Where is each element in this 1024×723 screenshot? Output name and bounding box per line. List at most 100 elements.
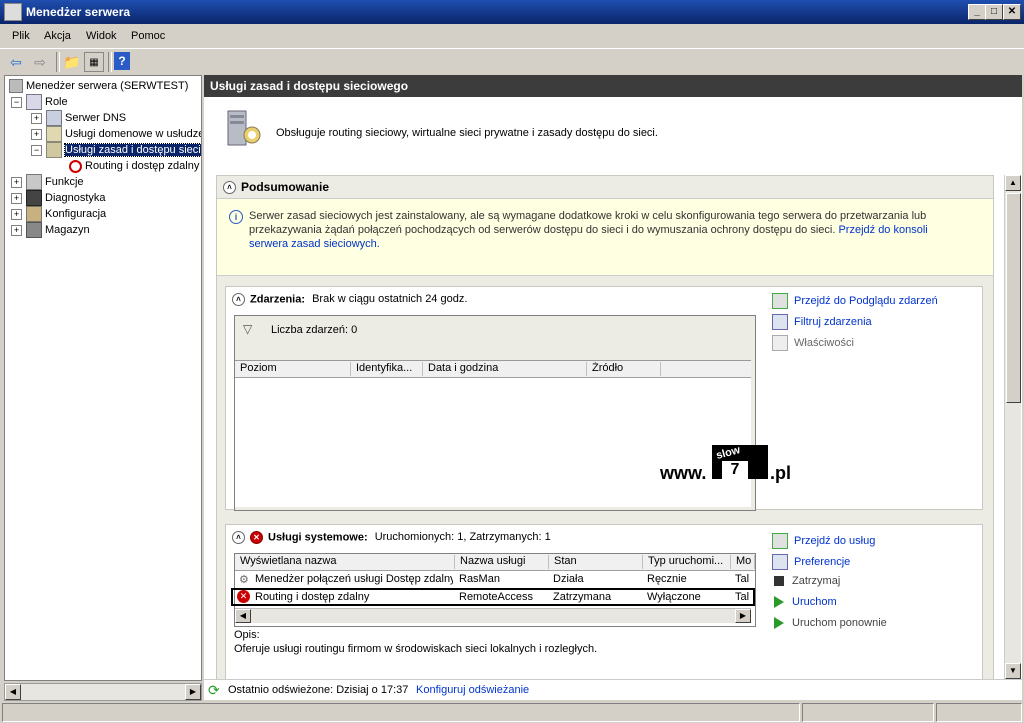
tree-horizontal-scrollbar[interactable]: ◀ ▶	[4, 683, 202, 701]
properties-link[interactable]: Właściwości	[772, 335, 854, 351]
events-header-label: Zdarzenia:	[250, 293, 306, 306]
column-display-name[interactable]: Wyświetlana nazwa	[235, 555, 455, 569]
pane-description: Obsługuje routing sieciowy, wirtualne si…	[276, 127, 658, 139]
minimize-button[interactable]: _	[968, 4, 986, 20]
back-icon[interactable]: ⇦	[6, 52, 26, 72]
tree-item-features[interactable]: + Funkcje	[11, 174, 84, 191]
expand-icon[interactable]: +	[11, 208, 22, 220]
menu-bar: Plik Akcja Widok Pomoc	[0, 25, 1024, 47]
expand-icon[interactable]: +	[31, 128, 42, 140]
expand-icon[interactable]: +	[31, 112, 42, 124]
expand-icon[interactable]: +	[11, 176, 22, 188]
menu-view[interactable]: Widok	[86, 30, 117, 42]
scroll-right-icon[interactable]: ▶	[185, 684, 201, 700]
forward-icon[interactable]: ⇨	[30, 52, 50, 72]
summary-header[interactable]: ˄ Podsumowanie	[223, 180, 329, 195]
services-horizontal-scrollbar[interactable]: ◀ ▶	[235, 608, 751, 623]
tree-item-storage[interactable]: + Magazyn	[11, 222, 90, 239]
expand-icon[interactable]: +	[11, 192, 22, 204]
tree-item-roles[interactable]: − Role	[11, 94, 68, 111]
scroll-down-icon[interactable]: ▼	[1005, 663, 1021, 679]
navigation-tree: Menedżer serwera (SERWTEST) − Role + Serwe…	[4, 75, 202, 681]
events-table-header: Poziom Identyfika... Data i godzina Źród…	[235, 361, 751, 378]
summary-section: ˄ Podsumowanie i Serwer zasad sieciowych …	[216, 175, 994, 679]
expand-icon[interactable]: +	[11, 224, 22, 236]
show-hide-tree-icon[interactable]: ▦	[84, 52, 104, 72]
info-box: i Serwer zasad sieciowych jest zainstalo…	[217, 198, 993, 276]
action-label: Filtruj zdarzenia	[794, 315, 872, 328]
tree-item-nps[interactable]: − Usługi zasad i dostępu sieci	[31, 142, 201, 159]
action-label: Właściwości	[794, 336, 854, 349]
collapse-icon[interactable]: ˄	[232, 531, 245, 544]
filter-icon[interactable]: ▽	[243, 322, 252, 336]
scroll-thumb[interactable]	[1006, 193, 1021, 403]
column-source[interactable]: Źródło	[587, 362, 661, 376]
tree-item-routing[interactable]: Routing i dostęp zdalny	[69, 158, 199, 174]
collapse-icon[interactable]: ˄	[232, 293, 245, 306]
menu-help[interactable]: Pomoc	[131, 30, 165, 42]
tree-item-dns[interactable]: + Serwer DNS	[31, 110, 126, 127]
stop-icon	[774, 576, 784, 587]
service-state: Działa	[553, 573, 584, 585]
collapse-icon[interactable]: −	[31, 144, 42, 156]
collapse-icon[interactable]: −	[11, 96, 22, 108]
dns-icon	[46, 110, 62, 127]
column-id[interactable]: Identyfika...	[351, 362, 423, 376]
roles-icon	[26, 94, 42, 111]
nps-icon	[46, 142, 62, 159]
tree-item-domain-services[interactable]: + Usługi domenowe w usłudze	[31, 126, 201, 143]
action-label: Przejdź do Podglądu zdarzeń	[794, 294, 938, 307]
go-to-services-link[interactable]: Przejdź do usług	[772, 533, 875, 549]
help-icon[interactable]: ?	[114, 52, 130, 70]
scroll-up-icon[interactable]: ▲	[1005, 175, 1021, 191]
service-name: RemoteAccess	[459, 591, 533, 603]
services-table: Wyświetlana nazwa Nazwa usługi Stan Typ …	[231, 553, 756, 627]
close-button[interactable]: ✕	[1003, 4, 1021, 20]
menu-action[interactable]: Akcja	[44, 30, 71, 42]
pane-header: Usługi zasad i dostępu sieciowego	[204, 75, 1022, 97]
collapse-icon[interactable]: ˄	[223, 181, 236, 195]
services-header[interactable]: ˄ ✕ Usługi systemowe: Uruchomionych: 1, Za…	[232, 531, 551, 544]
event-viewer-icon	[772, 293, 788, 309]
service-monitor: Tal	[735, 573, 750, 585]
scroll-left-icon[interactable]: ◀	[235, 609, 251, 623]
column-monitor[interactable]: Mo	[731, 555, 755, 569]
services-icon	[772, 533, 788, 549]
configuration-icon	[26, 206, 42, 223]
server-icon	[9, 79, 23, 94]
table-row[interactable]: ⚙ Menedżer połączeń usługi Dostęp zdalny…	[235, 572, 751, 588]
menu-file[interactable]: Plik	[12, 30, 30, 42]
tree-item-configuration[interactable]: + Konfiguracja	[11, 206, 107, 223]
service-startup: Wyłączone	[647, 591, 701, 603]
configure-refresh-link[interactable]: Konfiguruj odświeżanie	[416, 684, 529, 696]
column-startup-type[interactable]: Typ uruchomi...	[643, 555, 731, 569]
column-level[interactable]: Poziom	[235, 362, 351, 376]
stop-link[interactable]: Zatrzymaj	[772, 575, 840, 587]
column-date-time[interactable]: Data i godzina	[423, 362, 587, 376]
preferences-link[interactable]: Preferencje	[772, 554, 850, 570]
refresh-icon[interactable]: ⟳	[208, 682, 220, 699]
scroll-right-icon[interactable]: ▶	[735, 609, 751, 623]
events-header[interactable]: ˄ Zdarzenia: Brak w ciągu ostatnich 24 go…	[232, 293, 467, 306]
tree-item-root[interactable]: Menedżer serwera (SERWTEST)	[9, 78, 188, 94]
scroll-left-icon[interactable]: ◀	[5, 684, 21, 700]
service-display-name: Menedżer połączeń usługi Dostęp zdalny	[255, 573, 453, 585]
column-state[interactable]: Stan	[549, 555, 643, 569]
restart-link[interactable]: Uruchom ponownie	[772, 617, 887, 630]
service-display-name: Routing i dostęp zdalny	[255, 591, 370, 603]
events-count: Liczba zdarzeń: 0	[271, 324, 358, 336]
pane-vertical-scrollbar[interactable]: ▲ ▼	[1004, 175, 1021, 679]
up-folder-icon[interactable]: 📁	[62, 52, 82, 72]
status-panel	[802, 703, 934, 722]
start-link[interactable]: Uruchom	[772, 596, 837, 609]
services-header-label: Usługi systemowe:	[268, 531, 368, 544]
filter-events-link[interactable]: Filtruj zdarzenia	[772, 314, 872, 330]
tree-label: Konfiguracja	[45, 208, 107, 220]
event-viewer-link[interactable]: Przejdź do Podglądu zdarzeń	[772, 293, 938, 309]
watermark: www.	[660, 463, 706, 484]
column-service-name[interactable]: Nazwa usługi	[455, 555, 549, 569]
service-name: RasMan	[459, 573, 500, 585]
maximize-button[interactable]: □	[985, 4, 1003, 20]
table-row-selected[interactable]: ✕ Routing i dostęp zdalny RemoteAccess Z…	[231, 588, 755, 606]
tree-item-diagnostics[interactable]: + Diagnostyka	[11, 190, 106, 207]
